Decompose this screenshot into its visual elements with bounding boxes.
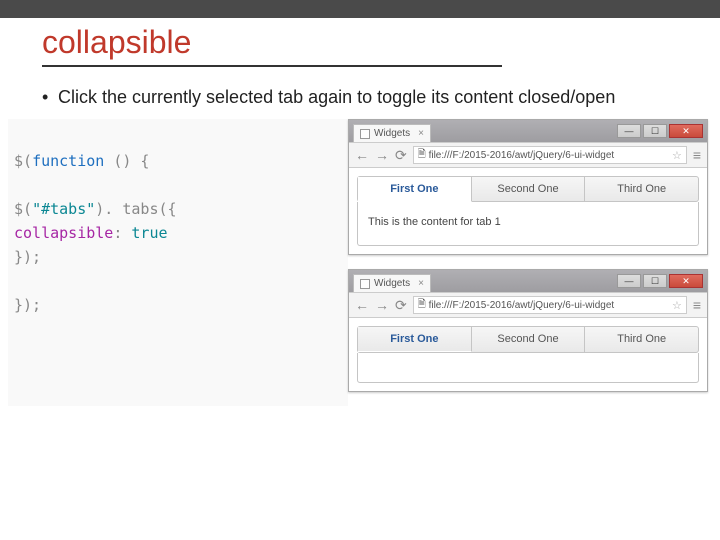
minimize-button[interactable]: —	[617, 274, 641, 288]
menu-icon[interactable]: ≡	[693, 147, 701, 163]
forward-icon[interactable]: →	[375, 147, 389, 163]
back-icon[interactable]: ←	[355, 147, 369, 163]
close-tab-icon[interactable]: ×	[418, 128, 424, 139]
bookmark-star-icon[interactable]: ☆	[672, 149, 682, 162]
file-icon	[360, 279, 370, 289]
file-icon	[360, 129, 370, 139]
slide-title: collapsible	[0, 18, 720, 65]
tab-panel: This is the content for tab 1	[357, 202, 699, 246]
browser-tab[interactable]: Widgets ×	[353, 274, 431, 292]
address-bar[interactable]: 🗎 file:///F:/2015-2016/awt/jQuery/6-ui-w…	[413, 296, 687, 314]
maximize-button[interactable]: ☐	[643, 274, 667, 288]
tab-third[interactable]: Third One	[585, 177, 698, 201]
close-tab-icon[interactable]: ×	[418, 278, 424, 289]
slide-top-bar	[0, 0, 720, 18]
menu-icon[interactable]: ≡	[693, 297, 701, 313]
maximize-button[interactable]: ☐	[643, 124, 667, 138]
tab-third[interactable]: Third One	[585, 327, 698, 352]
forward-icon[interactable]: →	[375, 297, 389, 313]
browser-tab-title: Widgets	[374, 278, 410, 289]
tab-panel-collapsed	[357, 353, 699, 383]
bullet-item: •Click the currently selected tab again …	[0, 67, 720, 119]
tab-panel-text: This is the content for tab 1	[368, 216, 501, 228]
browser-window-collapsed: Widgets × — ☐ ✕ ← → ⟳ 🗎 file:///F:/2015-…	[348, 269, 708, 392]
code-snippet: $(function () { $("#tabs"). tabs({ colla…	[8, 119, 348, 406]
url-text: file:///F:/2015-2016/awt/jQuery/6-ui-wid…	[429, 150, 615, 161]
tab-second[interactable]: Second One	[472, 177, 586, 201]
tab-second[interactable]: Second One	[472, 327, 586, 352]
close-button[interactable]: ✕	[669, 124, 703, 138]
tab-first[interactable]: First One	[358, 177, 472, 202]
reload-icon[interactable]: ⟳	[395, 147, 407, 164]
url-text: file:///F:/2015-2016/awt/jQuery/6-ui-wid…	[429, 300, 615, 311]
address-bar[interactable]: 🗎 file:///F:/2015-2016/awt/jQuery/6-ui-w…	[413, 146, 687, 164]
back-icon[interactable]: ←	[355, 297, 369, 313]
minimize-button[interactable]: —	[617, 124, 641, 138]
browser-window-open: Widgets × — ☐ ✕ ← → ⟳ 🗎 file:///F:/2015-…	[348, 119, 708, 255]
close-button[interactable]: ✕	[669, 274, 703, 288]
tabs-widget: First One Second One Third One	[357, 176, 699, 202]
file-icon: 🗎	[418, 147, 426, 164]
browser-tab[interactable]: Widgets ×	[353, 124, 431, 142]
bookmark-star-icon[interactable]: ☆	[672, 299, 682, 312]
file-icon: 🗎	[418, 297, 426, 314]
bullet-text: Click the currently selected tab again t…	[58, 87, 615, 107]
browser-tab-title: Widgets	[374, 128, 410, 139]
tab-first[interactable]: First One	[358, 327, 472, 352]
tabs-widget-collapsed: First One Second One Third One	[357, 326, 699, 353]
reload-icon[interactable]: ⟳	[395, 297, 407, 314]
